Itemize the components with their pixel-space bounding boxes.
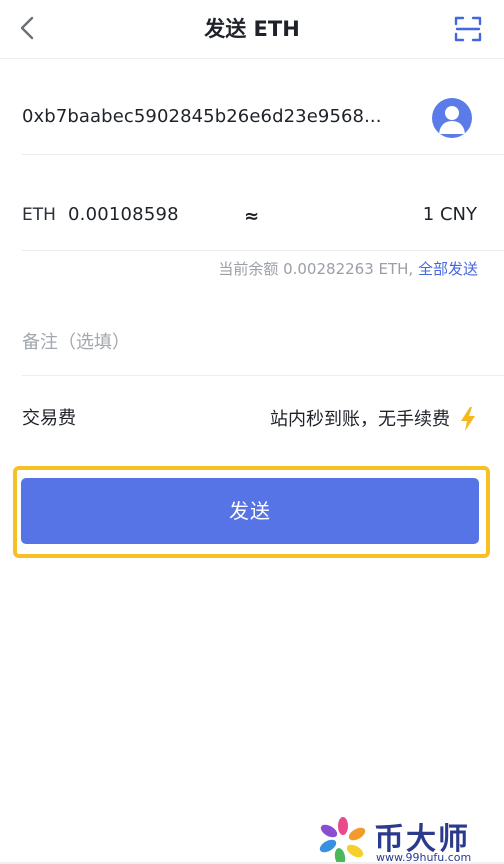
fee-value: 站内秒到账，无手续费 [270,409,450,430]
nav-header: 发送 ETH [0,0,504,59]
fiat-amount-input[interactable]: 1 CNY [423,204,477,225]
send-eth-page: 发送 ETH 0xb7baabec5902845b26e6d23e9568...… [0,0,504,864]
divider [22,250,504,251]
lightning-icon [461,407,475,431]
amount-input[interactable]: 0.00108598 [68,204,179,225]
send-all-link[interactable]: 全部发送 [418,260,478,278]
scan-button[interactable] [454,15,482,43]
page-title: 发送 ETH [204,17,300,41]
user-avatar-icon [439,106,465,134]
approx-sign: ≈ [244,206,260,227]
scan-icon [454,16,482,42]
amount-row[interactable]: ETH 0.00108598 ≈ 1 CNY [22,195,482,237]
fee-row: 交易费 站内秒到账，无手续费 [22,400,482,436]
contact-button[interactable] [432,98,472,138]
recipient-address-row[interactable]: 0xb7baabec5902845b26e6d23e9568... [22,90,482,152]
flower-logo-icon [319,817,366,864]
send-button[interactable]: 发送 [21,478,479,544]
divider [22,154,504,155]
watermark: 币大师 www.99hufu.com [318,810,504,864]
amount-unit: ETH [22,205,56,225]
divider [22,375,504,376]
memo-input[interactable] [22,322,482,362]
balance-text: 当前余额 0.00282263 ETH, [218,260,414,278]
recipient-address[interactable]: 0xb7baabec5902845b26e6d23e9568... [22,106,382,127]
fee-label: 交易费 [22,408,76,429]
balance-row: 当前余额 0.00282263 ETH, 全部发送 [218,258,478,279]
